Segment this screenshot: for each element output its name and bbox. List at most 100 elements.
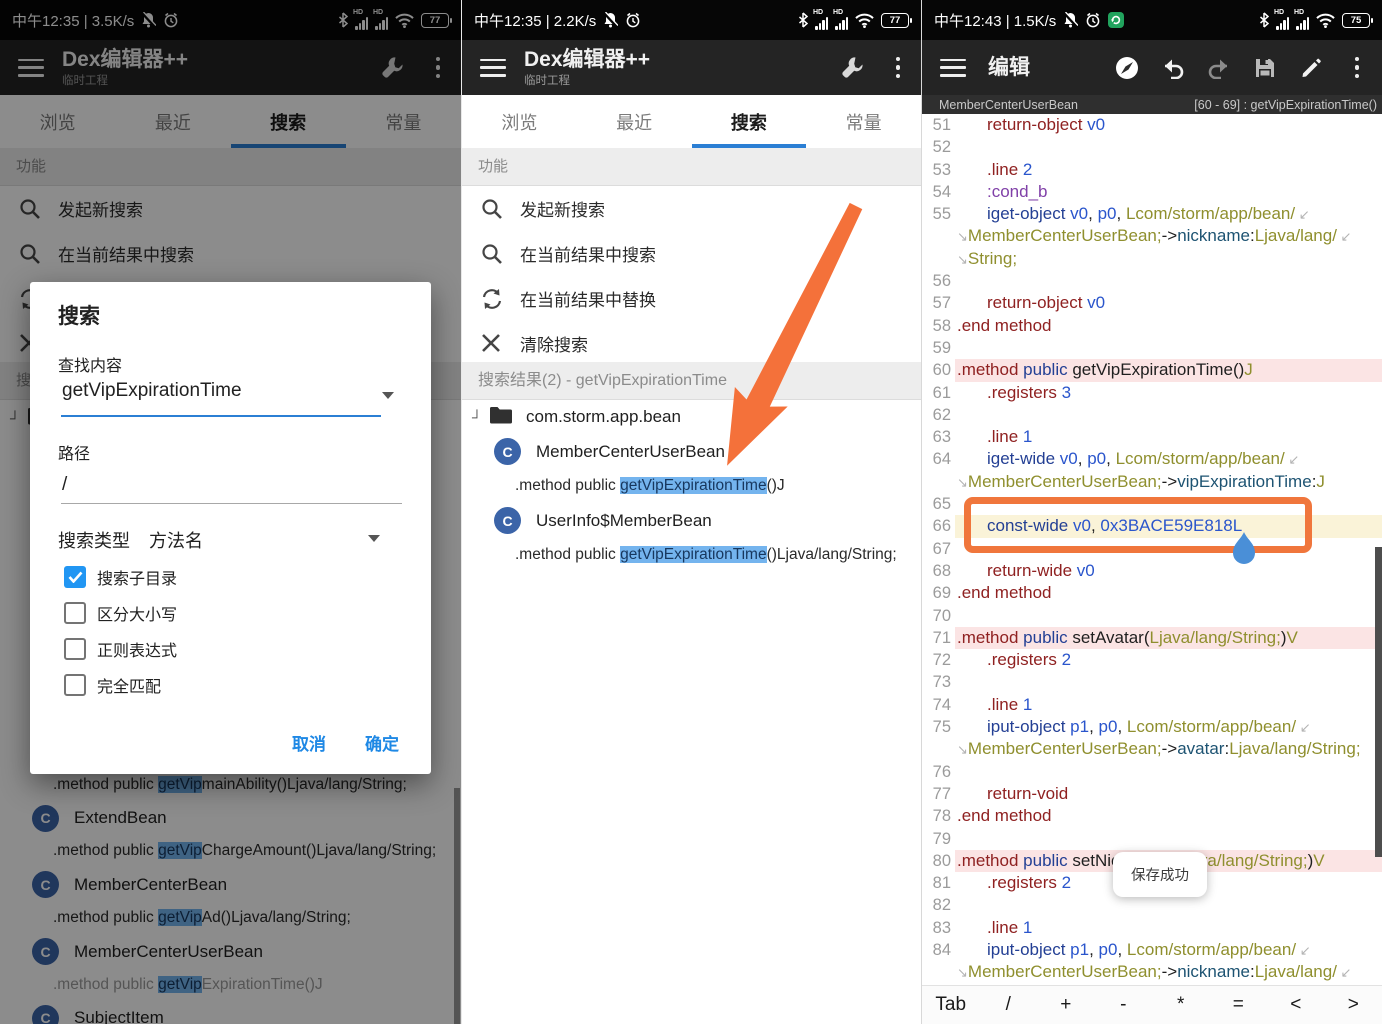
package-name: com.storm.app.bean (526, 407, 681, 427)
code-line-72[interactable]: 72 .registers 2 (922, 649, 1382, 671)
class-result-row[interactable]: C UserInfo$MemberBean (462, 504, 921, 539)
code-wrap-row[interactable]: ↘MemberCenterUserBean;->nickname:Ljava/l… (922, 225, 1382, 247)
code-line-69[interactable]: 69 .end method (922, 582, 1382, 604)
checkbox-区分大小写[interactable]: 区分大小写 (64, 598, 177, 628)
code-line-68[interactable]: 68 return-wide v0 (922, 560, 1382, 582)
path-input[interactable]: / (62, 474, 67, 496)
tab-常量[interactable]: 常量 (806, 95, 921, 148)
bluetooth-icon (798, 12, 808, 28)
symbol-key->[interactable]: > (1325, 994, 1382, 1016)
tab-搜索[interactable]: 搜索 (691, 95, 807, 148)
menu-item-清除搜索[interactable]: 清除搜索 (462, 321, 921, 366)
line-number: 52 (932, 138, 951, 157)
code-line-54[interactable]: 54:cond_b (922, 181, 1382, 203)
menu-item-在当前结果中搜索[interactable]: 在当前结果中搜索 (462, 231, 921, 276)
code-line-71[interactable]: 71 .method public setAvatar(Ljava/lang/St… (922, 626, 1382, 650)
package-row[interactable]: ┘ com.storm.app.bean (462, 400, 921, 435)
search-type-row[interactable]: 搜索类型 方法名 (58, 527, 203, 553)
app-notification-icon (1108, 12, 1125, 28)
code-text: .end method (957, 806, 1052, 826)
code-line-59[interactable]: 59 (922, 337, 1382, 359)
build-wrench-icon[interactable] (829, 46, 875, 90)
search-type-value[interactable]: 方法名 (149, 531, 203, 551)
code-line-73[interactable]: 73 (922, 671, 1382, 693)
middle-phone-panel: 中午12:35 | 2.2K/s HD HD 77 Dex编辑器++ 临时工程 (461, 0, 921, 1024)
breadcrumb-method-range[interactable]: [60 - 69] : getVipExpirationTime() (1194, 98, 1377, 112)
cancel-button[interactable]: 取消 (278, 726, 340, 758)
code-line-84[interactable]: 84 iput-object p1, p0, Lcom/storm/app/bea… (922, 939, 1382, 961)
code-line-79[interactable]: 79 (922, 828, 1382, 850)
search-type-dropdown-icon[interactable] (368, 535, 380, 542)
code-line-63[interactable]: 63 .line 1 (922, 426, 1382, 448)
code-line-76[interactable]: 76 (922, 761, 1382, 783)
tree-expand-icon[interactable]: ┘ (472, 409, 486, 425)
section-header-results: 搜索结果(2) - getVipExpirationTime (462, 362, 921, 400)
code-wrap-row[interactable]: ↘MemberCenterUserBean;->vipExpirationTim… (922, 471, 1382, 493)
code-line-51[interactable]: 51 return-object v0 (922, 114, 1382, 136)
code-line-52[interactable]: 52 (922, 136, 1382, 158)
code-line-57[interactable]: 57 return-object v0 (922, 292, 1382, 314)
checkbox-完全匹配[interactable]: 完全匹配 (64, 670, 161, 700)
symbol-key-Tab[interactable]: Tab (922, 994, 980, 1016)
code-line-61[interactable]: 61 .registers 3 (922, 382, 1382, 404)
symbol-key-*[interactable]: * (1152, 994, 1210, 1016)
code-line-70[interactable]: 70 (922, 605, 1382, 627)
code-wrap-row[interactable]: ↘String; (922, 248, 1382, 270)
code-line-74[interactable]: 74 .line 1 (922, 694, 1382, 716)
code-line-77[interactable]: 77 return-void (922, 783, 1382, 805)
code-line-62[interactable]: 62 (922, 404, 1382, 426)
code-line-60[interactable]: 60 .method public getVipExpirationTime()J (922, 359, 1382, 382)
checkbox-unchecked-icon[interactable] (64, 602, 86, 624)
find-dropdown-icon[interactable] (382, 392, 394, 399)
method-result-row[interactable]: .method public getVipExpirationTime()Lja… (462, 538, 921, 573)
checkbox-正则表达式[interactable]: 正则表达式 (64, 634, 177, 664)
find-input[interactable]: getVipExpirationTime (62, 380, 242, 402)
code-line-53[interactable]: 53 .line 2 (922, 159, 1382, 181)
checkbox-checked-icon[interactable] (64, 566, 86, 588)
code-line-82[interactable]: 82 (922, 894, 1382, 916)
checkbox-搜索子目录[interactable]: 搜索子目录 (64, 562, 177, 592)
breadcrumb-class[interactable]: MemberCenterUserBean (939, 98, 1078, 112)
code-scrollbar[interactable] (1375, 547, 1382, 857)
symbol-key-=[interactable]: = (1210, 994, 1268, 1016)
overflow-menu-icon[interactable] (1334, 46, 1380, 90)
ok-button[interactable]: 确定 (351, 726, 413, 758)
class-result-row[interactable]: C MemberCenterUserBean (462, 435, 921, 470)
menu-icon[interactable] (480, 58, 506, 77)
line-number: 60 (932, 361, 951, 380)
text-cursor-handle[interactable] (1230, 531, 1258, 575)
overflow-menu-icon[interactable] (875, 46, 921, 90)
line-number: 69 (932, 584, 951, 603)
edit-pencil-icon[interactable] (1288, 46, 1334, 90)
save-icon[interactable] (1242, 46, 1288, 90)
checkbox-unchecked-icon[interactable] (64, 674, 86, 696)
redo-icon[interactable] (1196, 46, 1242, 90)
method-result-row[interactable]: .method public getVipExpirationTime()J (462, 469, 921, 504)
checkbox-unchecked-icon[interactable] (64, 638, 86, 660)
symbol-key--[interactable]: - (1095, 994, 1153, 1016)
tab-浏览[interactable]: 浏览 (462, 95, 577, 148)
symbol-key-<[interactable]: < (1267, 994, 1325, 1016)
class-icon: C (494, 507, 521, 535)
code-line-83[interactable]: 83 .line 1 (922, 917, 1382, 939)
code-text: .registers 2 (987, 650, 1072, 670)
code-line-78[interactable]: 78 .end method (922, 805, 1382, 827)
code-line-55[interactable]: 55 iget-object v0, p0, Lcom/storm/app/bea… (922, 203, 1382, 225)
navigate-compass-icon[interactable] (1104, 46, 1150, 90)
code-line-56[interactable]: 56 (922, 270, 1382, 292)
search-dialog: 搜索 查找内容 getVipExpirationTime 路径 / 搜索类型 方… (30, 282, 431, 774)
menu-icon[interactable] (940, 58, 966, 77)
hd-label: HD (1294, 8, 1305, 16)
code-wrap-row[interactable]: ↘MemberCenterUserBean;->nickname:Ljava/l… (922, 961, 1382, 983)
class-name: MemberCenterUserBean (536, 441, 725, 461)
undo-icon[interactable] (1150, 46, 1196, 90)
menu-item-发起新搜索[interactable]: 发起新搜索 (462, 186, 921, 231)
code-line-75[interactable]: 75 iput-object p1, p0, Lcom/storm/app/bea… (922, 716, 1382, 738)
code-wrap-row[interactable]: ↘MemberCenterUserBean;->avatar:Ljava/lan… (922, 738, 1382, 760)
tab-最近[interactable]: 最近 (577, 95, 692, 148)
code-line-58[interactable]: 58 .end method (922, 315, 1382, 337)
symbol-key-+[interactable]: + (1037, 994, 1095, 1016)
menu-item-在当前结果中替换[interactable]: 在当前结果中替换 (462, 276, 921, 321)
symbol-key-/[interactable]: / (980, 994, 1038, 1016)
code-line-64[interactable]: 64 iget-wide v0, p0, Lcom/storm/app/bean/… (922, 448, 1382, 470)
